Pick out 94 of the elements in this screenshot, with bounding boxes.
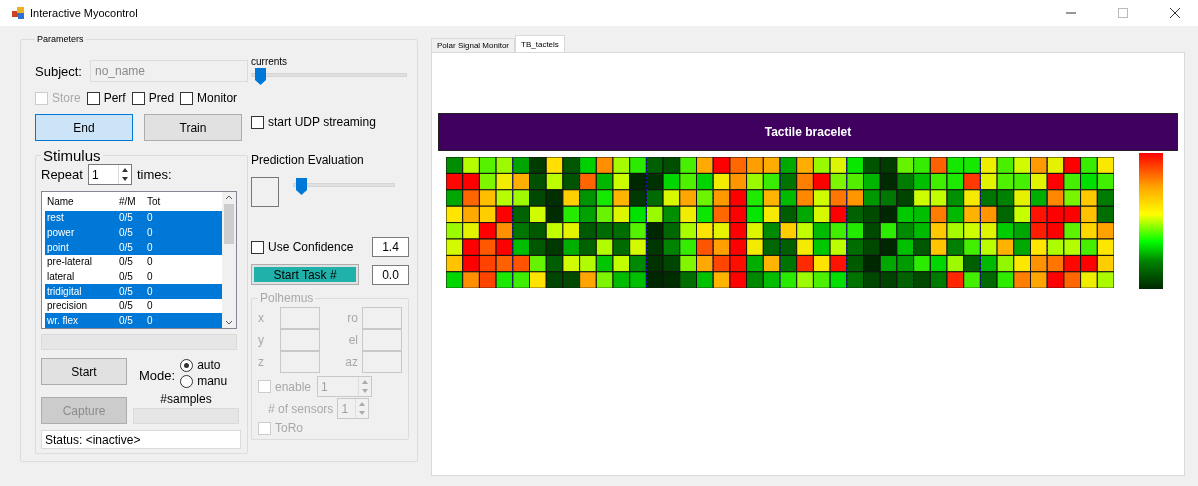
banner-title: Tactile bracelet xyxy=(438,113,1178,151)
start-task-button[interactable]: Start Task # xyxy=(251,264,359,285)
currents-label: currents xyxy=(251,56,289,67)
samples-label: #samples xyxy=(160,392,212,406)
indicator-square xyxy=(251,177,279,207)
subject-field[interactable]: no_name xyxy=(90,60,248,82)
list-cell-text: wr. flex xyxy=(46,315,80,327)
group-title: Polhemus xyxy=(259,291,315,305)
action-button[interactable]: Train xyxy=(144,114,242,141)
checkbox[interactable] xyxy=(131,91,145,105)
radio-button[interactable] xyxy=(180,374,194,388)
list-cell-text: power xyxy=(46,227,76,239)
radio-button[interactable] xyxy=(180,358,194,372)
status-text: Status: <inactive> xyxy=(41,430,241,449)
checkbox-label: ToRo xyxy=(275,421,303,435)
list-row[interactable]: power 0/5 0 xyxy=(45,225,222,240)
tab[interactable]: Polar Signal Monitor xyxy=(431,38,516,52)
checkbox[interactable] xyxy=(251,240,264,254)
spin-down-icon[interactable] xyxy=(121,177,128,182)
spin-up-icon[interactable] xyxy=(121,167,128,172)
list-cell-text: pre-lateral xyxy=(46,256,94,268)
list-cell-text: 0/5 xyxy=(118,212,134,224)
column-header[interactable]: Tot xyxy=(145,196,222,208)
list-cell-text: 0 xyxy=(146,256,154,268)
list-cell-text: 0/5 xyxy=(118,227,134,239)
radio-label: manu xyxy=(197,374,228,388)
list-cell-text: precision xyxy=(46,300,89,312)
repeat-label: Repeat xyxy=(41,167,83,182)
maximize-icon[interactable] xyxy=(1118,8,1128,18)
list-row[interactable]: pre-lateral 0/5 0 xyxy=(45,254,222,270)
coordinate-label: az xyxy=(344,355,358,369)
group-title: Parameters xyxy=(36,34,85,44)
scroll-thumb[interactable] xyxy=(224,204,234,244)
coordinate-label: x xyxy=(258,311,265,325)
checkbox-label: Monitor xyxy=(197,91,238,105)
action-button[interactable]: End xyxy=(35,114,133,141)
tab[interactable]: TB_tactels xyxy=(515,35,565,52)
list-row[interactable]: wr. flex 0/5 0 xyxy=(45,313,222,328)
checkbox-label: Store xyxy=(52,91,81,105)
group-title: Stimulus xyxy=(42,147,102,164)
checkbox-label: Pred xyxy=(148,91,175,105)
checkbox-label: Use Confidence xyxy=(268,240,354,254)
list-cell-text: 0 xyxy=(146,212,154,224)
list-cell-text: point xyxy=(46,241,70,253)
slider[interactable] xyxy=(251,67,407,85)
slider[interactable] xyxy=(293,177,395,195)
coordinate-label: y xyxy=(258,333,265,347)
list-cell-text: tridigital xyxy=(46,285,83,297)
scrollbar[interactable] xyxy=(222,192,236,328)
column-header[interactable]: #/M xyxy=(117,196,145,208)
list-cell-text: 0 xyxy=(146,227,154,239)
list-cell-text: 0 xyxy=(146,271,154,283)
list-cell-text: 0/5 xyxy=(118,300,134,312)
times-label: times: xyxy=(136,167,172,182)
confidence-field[interactable]: 1.4 xyxy=(372,237,409,257)
list-row[interactable]: rest 0/5 0 xyxy=(45,210,222,226)
list-cell-text: 0/5 xyxy=(118,271,134,283)
start-button[interactable]: Start xyxy=(41,358,127,385)
checkbox-label: enable xyxy=(275,379,312,394)
checkbox[interactable] xyxy=(251,115,264,129)
list-cell-text: 0 xyxy=(146,300,154,312)
list-cell-text: 0 xyxy=(146,315,154,327)
coordinate-label: el xyxy=(347,333,358,347)
checkbox-label: Perf xyxy=(103,91,126,105)
list-row[interactable]: tridigital 0/5 0 xyxy=(45,283,222,299)
list-cell-text: 0 xyxy=(146,241,154,253)
checkbox-label: start UDP streaming xyxy=(268,115,376,129)
list-cell-text: 0/5 xyxy=(118,256,134,268)
slider-thumb[interactable] xyxy=(255,67,267,85)
radio-label: auto xyxy=(197,358,221,372)
stimulus-list[interactable]: Name #/M Tot rest 0/5 0 power 0/5 0 point 0/5 0 pre-lateral 0/5 0 lateral 0/5 0 tridigital 0/5 0 precision 0/5 0 wr. flex 0/5 0 xyxy=(41,191,237,329)
checkbox[interactable] xyxy=(86,91,100,105)
list-cell-text: 0/5 xyxy=(118,315,134,327)
list-cell-text: 0 xyxy=(146,285,154,297)
subject-label: Subject: xyxy=(35,63,82,79)
section-title: Prediction Evaluation xyxy=(251,153,365,167)
list-cell-text: 0/5 xyxy=(118,241,134,253)
window-title: Interactive Myocontrol xyxy=(30,7,139,19)
column-header[interactable]: Name xyxy=(45,196,117,208)
close-icon[interactable] xyxy=(1170,8,1180,18)
list-cell-text: 0/5 xyxy=(118,285,134,297)
list-cell-text: rest xyxy=(46,212,65,224)
checkbox[interactable] xyxy=(180,91,194,105)
list-row[interactable]: lateral 0/5 0 xyxy=(45,269,222,284)
coordinate-label: ro xyxy=(346,311,358,325)
task-field[interactable]: 0.0 xyxy=(372,264,409,285)
coordinate-label: z xyxy=(258,355,265,369)
list-row[interactable]: precision 0/5 0 xyxy=(45,298,222,314)
list-cell-text: lateral xyxy=(46,271,76,283)
mode-label: Mode: xyxy=(139,367,176,383)
repeat-spinner[interactable]: 1 xyxy=(87,164,132,185)
app-icon xyxy=(12,7,24,19)
sensors-label: # of sensors xyxy=(268,401,334,416)
slider-thumb[interactable] xyxy=(295,177,307,195)
